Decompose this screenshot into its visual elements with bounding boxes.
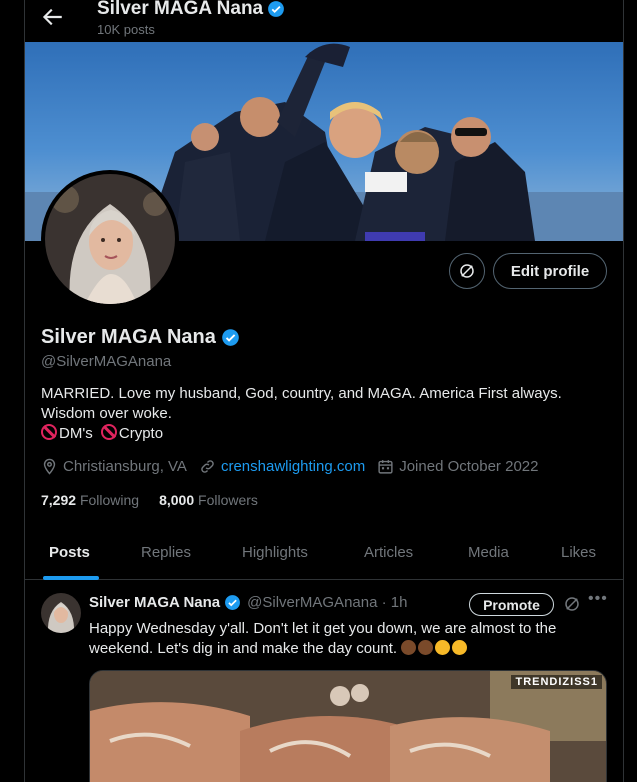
followers-link[interactable]: 8,000 Followers — [159, 492, 258, 508]
post-text-line-2: weekend. Let's dig in and make the day c… — [89, 639, 609, 659]
more-options-icon[interactable]: ••• — [588, 590, 608, 608]
verified-badge-icon — [222, 329, 239, 346]
avatar-image — [45, 174, 175, 304]
prohibited-icon — [41, 424, 57, 440]
joined-text: Joined October 2022 — [399, 458, 539, 475]
prohibited-icon — [100, 424, 117, 440]
slash-circle-icon — [460, 264, 474, 278]
coffee-icon — [401, 640, 417, 655]
followers-count: 8,000 — [159, 492, 195, 508]
following-link[interactable]: 7,292 Following — [41, 492, 139, 508]
sun-icon — [435, 640, 451, 655]
website: crenshawlighting.com — [199, 458, 365, 475]
post-text-line-2-text: weekend. Let's dig in and make the day c… — [89, 640, 398, 657]
followers-label: Followers — [198, 492, 258, 508]
website-link[interactable]: crenshawlighting.com — [221, 458, 365, 475]
post-text: Happy Wednesday y'all. Don't let it get … — [89, 619, 609, 659]
coffee-icon — [418, 640, 434, 655]
post-count: 10K posts — [97, 22, 155, 37]
profile-bio: MARRIED. Love my husband, God, country, … — [41, 384, 611, 444]
header-name-text: Silver MAGA Nana — [97, 0, 264, 19]
following-count: 7,292 — [41, 492, 77, 508]
bio-crypto: Crypto — [118, 425, 164, 442]
tab-articles[interactable]: Articles — [364, 544, 413, 561]
arrow-left-icon[interactable] — [39, 4, 65, 30]
post-text-line-1: Happy Wednesday y'all. Don't let it get … — [89, 620, 557, 637]
tab-media[interactable]: Media — [468, 544, 509, 561]
bio-line-3: DM's Crypto — [41, 424, 611, 444]
bio-line-1: MARRIED. Love my husband, God, country, … — [41, 385, 562, 402]
follow-stats: 7,292 Following 8,000 Followers — [41, 492, 258, 508]
profile-handle: @SilverMAGAnana — [41, 353, 172, 370]
bio-line-2: Wisdom over woke. — [41, 405, 172, 422]
profile-name: Silver MAGA Nana — [41, 326, 240, 349]
post-media[interactable]: TRENDIZISS1 — [89, 670, 607, 782]
verified-badge-icon — [268, 1, 284, 17]
post-handle-time[interactable]: @SilverMAGAnana · 1h — [247, 594, 407, 611]
tab-highlights[interactable]: Highlights — [242, 544, 308, 561]
tab-replies[interactable]: Replies — [141, 544, 191, 561]
profile-meta: Christiansburg, VA crenshawlighting.com … — [41, 458, 550, 475]
post-header: Silver MAGA Nana @SilverMAGAnana · 1h — [89, 594, 407, 611]
link-icon — [201, 460, 214, 473]
location: Christiansburg, VA — [41, 458, 187, 475]
post-avatar[interactable] — [41, 593, 81, 633]
tab-posts[interactable]: Posts — [49, 544, 90, 561]
slash-circle-icon[interactable] — [563, 595, 581, 613]
bio-dms: DM's — [59, 425, 93, 442]
edit-profile-button[interactable]: Edit profile — [493, 253, 607, 289]
location-pin-icon — [43, 458, 56, 475]
verified-badge-icon — [225, 595, 241, 610]
following-label: Following — [79, 492, 140, 508]
profile-name-text: Silver MAGA Nana — [41, 326, 216, 348]
media-watermark: TRENDIZISS1 — [511, 675, 602, 689]
promote-button[interactable]: Promote — [469, 593, 554, 616]
location-text: Christiansburg, VA — [63, 458, 187, 475]
profile-column: Silver MAGA Nana 10K posts Edit profile … — [24, 0, 624, 782]
profile-avatar[interactable] — [41, 170, 179, 308]
active-tab-indicator — [43, 576, 99, 580]
calendar-icon — [378, 460, 393, 474]
sun-icon — [452, 640, 468, 655]
header-name: Silver MAGA Nana — [97, 0, 285, 20]
top-bar: Silver MAGA Nana 10K posts — [25, 0, 623, 42]
grok-analyze-button[interactable] — [449, 253, 485, 289]
post-author-name[interactable]: Silver MAGA Nana — [89, 594, 220, 611]
joined-date: Joined October 2022 — [377, 458, 538, 475]
profile-tabs: Posts Replies Highlights Articles Media … — [25, 530, 623, 580]
tab-likes[interactable]: Likes — [561, 544, 596, 561]
